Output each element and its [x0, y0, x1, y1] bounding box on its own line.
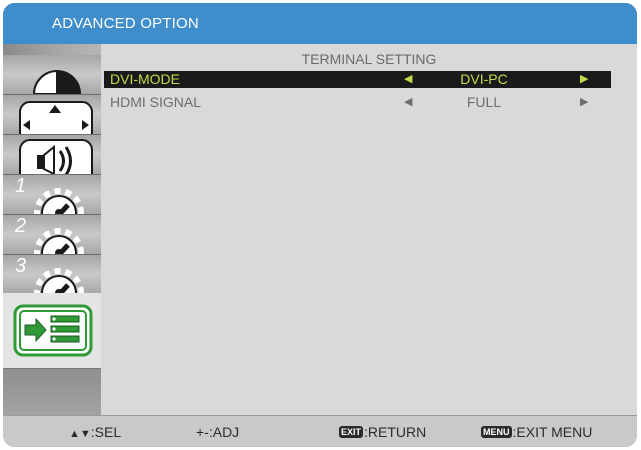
help-bar: ▲▼:SEL +-:ADJ EXIT:RETURN MENU:EXIT MENU [3, 415, 637, 447]
settings-number: 1 [15, 175, 27, 197]
help-adjust: +-:ADJ [196, 424, 240, 440]
section-title: TERMINAL SETTING [301, 51, 437, 67]
title-bar: ADVANCED OPTION [3, 3, 637, 45]
setting-label: DVI-MODE [110, 71, 180, 87]
window-title: ADVANCED OPTION [52, 15, 199, 32]
help-return-label: :RETURN [364, 424, 427, 440]
increase-arrow-icon[interactable]: ▶ [580, 94, 588, 111]
setting-value: DVI-PC [460, 71, 508, 87]
decrease-arrow-icon[interactable]: ◀ [404, 71, 412, 88]
setting-value: FULL [466, 94, 502, 110]
setting-label: HDMI SIGNAL [110, 94, 202, 110]
sidebar-item-setting-2[interactable]: 2 [3, 215, 101, 255]
picture-icon [32, 70, 82, 94]
up-down-arrows-icon: ▲▼ [69, 428, 91, 440]
help-return: EXIT:RETURN [339, 424, 426, 440]
decrease-arrow-icon[interactable]: ◀ [404, 94, 412, 111]
settings-number: 3 [15, 255, 27, 277]
setting-row-dvi-mode[interactable]: DVI-MODE ◀ DVI-PC ▶ [104, 71, 611, 88]
sidebar-empty-area [3, 368, 101, 416]
settings-number: 2 [15, 215, 27, 237]
audio-speaker-icon [19, 139, 93, 174]
advanced-option-list-icon [13, 304, 93, 357]
sidebar: 1 2 3 [3, 44, 101, 416]
help-select-label: :SEL [90, 424, 122, 440]
help-exit-menu: MENU:EXIT MENU [481, 424, 592, 440]
screen-position-icon [19, 101, 93, 134]
setting-row-hdmi-signal[interactable]: HDMI SIGNAL ◀ FULL ▶ [104, 94, 611, 111]
sidebar-item-audio[interactable] [3, 135, 101, 175]
sidebar-item-setting-1[interactable]: 1 [3, 175, 101, 215]
increase-arrow-icon[interactable]: ▶ [580, 71, 588, 88]
sidebar-item-setting-3[interactable]: 3 [3, 255, 101, 295]
osd-window: ADVANCED OPTION 1 2 3 TERMINAL SETTING D… [3, 3, 637, 447]
sidebar-item-advanced-option[interactable] [3, 293, 101, 368]
help-select: ▲▼:SEL [69, 424, 121, 440]
help-exit-menu-label: :EXIT MENU [512, 424, 593, 440]
main-panel: TERMINAL SETTING DVI-MODE ◀ DVI-PC ▶ HDM… [101, 44, 637, 415]
sidebar-item-screen[interactable] [3, 95, 101, 135]
exit-key-icon: EXIT [339, 426, 364, 438]
sidebar-item-picture[interactable] [3, 55, 101, 95]
menu-key-icon: MENU [481, 426, 512, 438]
